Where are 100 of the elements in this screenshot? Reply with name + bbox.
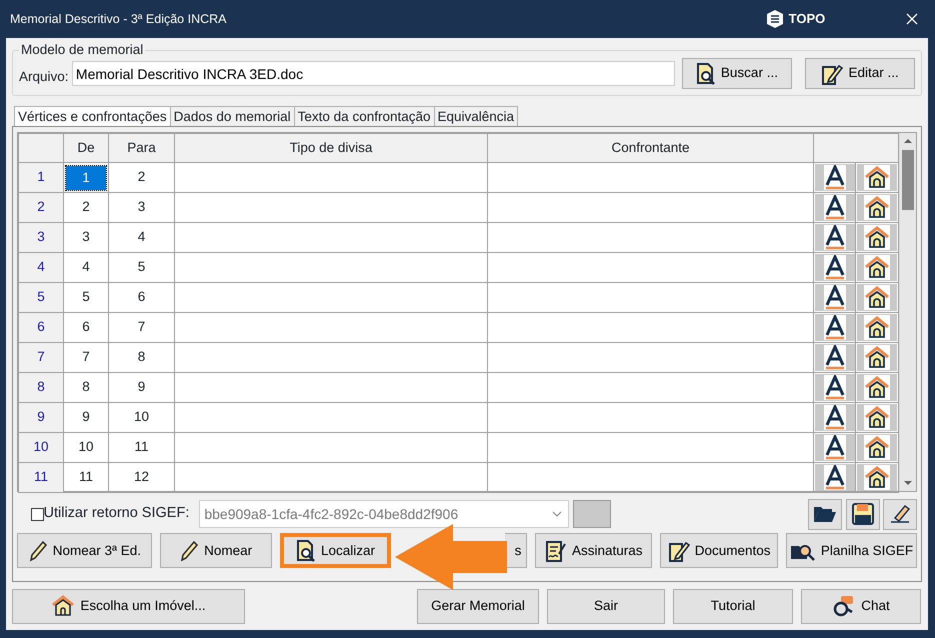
row-number: 5 bbox=[18, 282, 64, 312]
house-button[interactable] bbox=[857, 194, 897, 221]
action-button[interactable]: Nomear bbox=[160, 533, 272, 568]
color-swatch[interactable] bbox=[572, 500, 611, 528]
eraser-icon bbox=[889, 504, 911, 524]
table-cell[interactable]: 2 bbox=[108, 162, 174, 192]
font-button[interactable] bbox=[814, 464, 854, 491]
signature-document-icon bbox=[545, 540, 568, 562]
checkbox[interactable] bbox=[30, 508, 44, 521]
column-header: Para bbox=[108, 134, 174, 162]
search-button[interactable]: Buscar ... bbox=[682, 58, 792, 89]
tab[interactable]: Texto da confrontação bbox=[294, 106, 434, 126]
font-button[interactable] bbox=[814, 404, 854, 431]
font-button[interactable] bbox=[814, 164, 854, 191]
footer-button[interactable]: Escolha um Imóvel... bbox=[12, 588, 245, 624]
dropdown-caret-icon bbox=[552, 511, 562, 518]
row-number: 6 bbox=[18, 312, 64, 342]
column-header: Confrontante bbox=[488, 134, 814, 162]
table-cell[interactable]: 8 bbox=[64, 372, 108, 402]
document-pencil-icon bbox=[821, 62, 844, 84]
row-number: 8 bbox=[18, 372, 64, 402]
action-button[interactable]: Planilha SIGEF bbox=[786, 533, 917, 568]
tab[interactable]: Equivalência bbox=[434, 106, 518, 126]
logo-icon bbox=[765, 9, 786, 29]
close-icon[interactable] bbox=[906, 13, 918, 25]
table-cell[interactable]: 10 bbox=[108, 402, 174, 432]
action-button[interactable]: s bbox=[505, 533, 528, 568]
row-number: 4 bbox=[18, 252, 64, 282]
font-button[interactable] bbox=[814, 344, 854, 371]
table-cell[interactable]: 11 bbox=[108, 432, 174, 462]
action-button[interactable]: Documentos bbox=[660, 533, 778, 568]
row-number: 10 bbox=[18, 432, 64, 462]
pencil-icon bbox=[179, 540, 200, 562]
house-button[interactable] bbox=[857, 314, 897, 341]
row-number: 9 bbox=[18, 402, 64, 432]
document-pencil-icon bbox=[668, 540, 690, 562]
house-button[interactable] bbox=[857, 254, 897, 281]
table-cell[interactable]: 12 bbox=[108, 462, 174, 492]
footer-button[interactable]: Chat bbox=[801, 588, 921, 624]
action-button[interactable]: Assinaturas bbox=[535, 533, 652, 568]
font-button[interactable] bbox=[814, 254, 854, 281]
open-folder-button[interactable] bbox=[808, 498, 842, 530]
tab[interactable]: Vértices e confrontações bbox=[14, 106, 171, 126]
edit-button[interactable]: Editar ... bbox=[805, 58, 916, 89]
table-cell[interactable]: 4 bbox=[108, 222, 174, 252]
vertical-scrollbar[interactable] bbox=[899, 133, 916, 491]
house-button[interactable] bbox=[857, 404, 897, 431]
column-header: De bbox=[64, 134, 108, 162]
table-cell[interactable]: 7 bbox=[108, 312, 174, 342]
table-cell[interactable]: 8 bbox=[108, 342, 174, 372]
font-button[interactable] bbox=[814, 314, 854, 341]
brand-name: TOPO bbox=[788, 10, 826, 28]
group-legend: Modelo de memorial bbox=[19, 42, 146, 58]
table-cell[interactable]: 10 bbox=[64, 432, 108, 462]
row-number: 1 bbox=[18, 162, 64, 192]
search-icon bbox=[296, 540, 316, 562]
table-cell[interactable]: 6 bbox=[108, 282, 174, 312]
table-cell[interactable]: 9 bbox=[108, 372, 174, 402]
file-field[interactable]: Memorial Descritivo INCRA 3ED.doc bbox=[72, 61, 675, 86]
code-dropdown[interactable]: bbe909a8-1cfa-4fc2-892c-04be8dd2f906 bbox=[199, 500, 570, 528]
font-button[interactable] bbox=[814, 434, 854, 461]
font-button[interactable] bbox=[814, 284, 854, 311]
scroll-thumb[interactable] bbox=[902, 150, 914, 210]
field-label: Arquivo: bbox=[19, 68, 69, 86]
house-button[interactable] bbox=[857, 164, 897, 191]
footer-button[interactable]: Sair bbox=[547, 588, 665, 624]
house-button[interactable] bbox=[857, 464, 897, 491]
table-cell[interactable]: 5 bbox=[64, 282, 108, 312]
column-header: Tipo de divisa bbox=[174, 134, 488, 162]
row-number: 11 bbox=[18, 462, 64, 492]
table-cell[interactable]: 7 bbox=[64, 342, 108, 372]
save-button[interactable] bbox=[846, 498, 880, 530]
table-cell[interactable]: 6 bbox=[64, 312, 108, 342]
checkbox-label: Utilizar retorno SIGEF: bbox=[44, 504, 190, 524]
house-button[interactable] bbox=[857, 344, 897, 371]
font-button[interactable] bbox=[814, 194, 854, 221]
row-number: 7 bbox=[18, 342, 64, 372]
footer-button[interactable]: Gerar Memorial bbox=[417, 588, 539, 624]
house-button[interactable] bbox=[857, 434, 897, 461]
footer-button[interactable]: Tutorial bbox=[673, 588, 793, 624]
row-number: 2 bbox=[18, 192, 64, 222]
house-button[interactable] bbox=[857, 224, 897, 251]
table-cell[interactable]: 5 bbox=[108, 252, 174, 282]
folder-icon bbox=[813, 504, 838, 524]
table-cell[interactable]: 9 bbox=[64, 402, 108, 432]
table-cell[interactable]: 3 bbox=[64, 222, 108, 252]
house-button[interactable] bbox=[857, 374, 897, 401]
font-button[interactable] bbox=[814, 374, 854, 401]
table-cell[interactable]: 4 bbox=[64, 252, 108, 282]
action-button[interactable]: Localizar bbox=[280, 533, 392, 568]
house-button[interactable] bbox=[857, 284, 897, 311]
font-button[interactable] bbox=[814, 224, 854, 251]
eraser-button[interactable] bbox=[883, 498, 917, 530]
save-icon bbox=[852, 503, 874, 526]
table-cell[interactable]: 3 bbox=[108, 192, 174, 222]
table-cell[interactable]: 1 bbox=[64, 162, 108, 192]
search-icon bbox=[696, 62, 716, 84]
table-cell[interactable]: 2 bbox=[64, 192, 108, 222]
action-button[interactable]: Nomear 3ª Ed. bbox=[17, 533, 152, 568]
table-cell[interactable]: 11 bbox=[64, 462, 108, 492]
